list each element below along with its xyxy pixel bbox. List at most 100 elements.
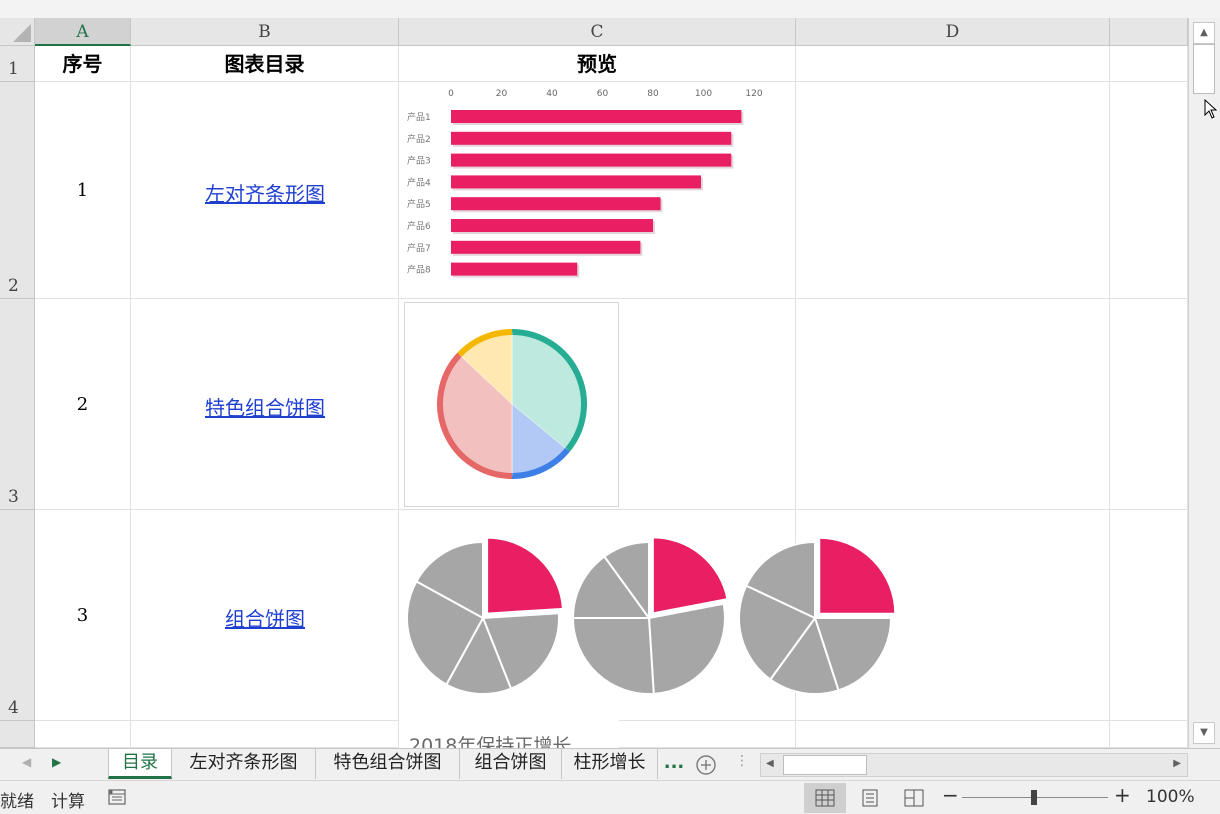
bar: [451, 110, 742, 123]
cell-a4[interactable]: 3: [35, 510, 131, 721]
page-break-view-icon[interactable]: [893, 783, 935, 813]
cell-a3[interactable]: 2: [35, 299, 131, 510]
x-tick-label: 100: [695, 89, 712, 99]
column-header-d[interactable]: D: [796, 18, 1110, 46]
zoom-out-icon[interactable]: −: [942, 783, 959, 807]
formula-bar-edge: [0, 0, 1220, 18]
pie-slice: [571, 617, 655, 695]
row-header-4[interactable]: 4: [0, 510, 35, 721]
highlight-slice: [818, 536, 897, 615]
partial-chart-preview[interactable]: 2018年保持正增长: [399, 719, 619, 748]
cell-a1[interactable]: 序号: [35, 46, 131, 82]
scroll-down-icon[interactable]: ▼: [1193, 722, 1215, 744]
bar-chart-preview[interactable]: 0 20 40 60 80 100 120 产品1 产品2 产品3 产品4 产品5 产品6 产品7 产品8: [400, 84, 795, 298]
x-tick-label: 0: [448, 89, 454, 99]
cell-e4[interactable]: [1110, 510, 1188, 721]
partial-chart-title: 2018年保持正增长: [409, 735, 572, 748]
category-label: 产品2: [407, 133, 431, 145]
sheet-tab-bar: ◀ ▶ 目录 左对齐条形图 特色组合饼图 组合饼图 柱形增长 ... ⋮ ◀ ▶: [0, 748, 1220, 780]
link-left-bar-chart[interactable]: 左对齐条形图: [131, 178, 399, 207]
cell-e2[interactable]: [1110, 82, 1188, 299]
select-all-button[interactable]: [0, 18, 35, 46]
sheet-tab-4[interactable]: 柱形增长: [562, 749, 658, 779]
bar: [451, 153, 732, 167]
bar: [451, 219, 653, 232]
status-ready: 就绪: [0, 792, 34, 812]
cell-a2[interactable]: 1: [35, 82, 131, 299]
cell-d3[interactable]: [796, 299, 1110, 510]
cell-b1[interactable]: 图表目录: [131, 46, 399, 82]
row-header-2[interactable]: 2: [0, 82, 35, 299]
feature-pie-chart: [437, 329, 587, 479]
cell-d1[interactable]: [796, 46, 1110, 82]
cell-b2[interactable]: 左对齐条形图: [131, 82, 399, 299]
x-tick-label: 60: [597, 89, 609, 99]
combo-pie-charts[interactable]: [400, 512, 910, 712]
row-header-5[interactable]: [0, 721, 35, 748]
bar: [451, 131, 732, 145]
sheet-tab-1[interactable]: 左对齐条形图: [172, 749, 316, 779]
scroll-up-icon[interactable]: ▲: [1193, 22, 1215, 44]
tab-scroll-left-icon[interactable]: ◀: [22, 755, 31, 769]
sheet-tab-3[interactable]: 组合饼图: [460, 749, 562, 779]
row-header-1[interactable]: 1: [0, 46, 35, 82]
bar: [451, 175, 701, 189]
category-label: 产品5: [407, 198, 431, 210]
zoom-level[interactable]: 100%: [1146, 787, 1195, 807]
x-tick-label: 40: [546, 89, 558, 99]
normal-view-icon[interactable]: [804, 783, 846, 813]
cell-c1[interactable]: 预览: [399, 46, 796, 82]
page-layout-view-icon[interactable]: [849, 783, 891, 813]
column-header-b[interactable]: B: [131, 18, 399, 46]
link-feature-pie-chart[interactable]: 特色组合饼图: [131, 392, 399, 421]
category-label: 产品1: [407, 111, 431, 123]
category-label: 产品3: [407, 155, 431, 167]
mouse-cursor-icon: [1204, 99, 1218, 119]
splitter-handle-icon[interactable]: ⋮: [735, 753, 749, 769]
column-header-c[interactable]: C: [399, 18, 796, 46]
bar: [451, 240, 641, 254]
vertical-scrollbar[interactable]: ▲ ▼: [1188, 18, 1220, 748]
bar: [451, 262, 578, 276]
cell-e5[interactable]: [1110, 721, 1188, 748]
cell-d2[interactable]: [796, 82, 1110, 299]
tab-scroll-right-icon[interactable]: ▶: [52, 755, 61, 769]
highlight-slice: [486, 536, 565, 615]
status-calculate[interactable]: 计算: [51, 787, 85, 812]
bar: [451, 197, 661, 211]
vertical-scroll-thumb[interactable]: [1193, 44, 1215, 94]
category-label: 产品4: [407, 176, 431, 188]
cell-b3[interactable]: 特色组合饼图: [131, 299, 399, 510]
status-bar: 就绪 计算 − + 100%: [0, 780, 1220, 814]
x-tick-label: 80: [647, 89, 659, 99]
cell-e3[interactable]: [1110, 299, 1188, 510]
zoom-in-icon[interactable]: +: [1114, 783, 1131, 807]
row-header-3[interactable]: 3: [0, 299, 35, 510]
x-tick-label: 20: [496, 89, 508, 99]
link-combo-pie-chart[interactable]: 组合饼图: [131, 603, 399, 632]
cell-b4[interactable]: 组合饼图: [131, 510, 399, 721]
scroll-right-icon[interactable]: ▶: [1173, 758, 1181, 769]
horizontal-scrollbar[interactable]: ◀ ▶: [760, 753, 1188, 777]
cell-a5[interactable]: [35, 721, 131, 748]
pie-slice: [647, 602, 726, 695]
cell-b5[interactable]: [131, 721, 399, 748]
scroll-left-icon[interactable]: ◀: [766, 758, 774, 769]
sheet-tab-0[interactable]: 目录: [108, 749, 172, 779]
horizontal-scroll-thumb[interactable]: [783, 755, 867, 775]
category-label: 产品8: [407, 264, 431, 276]
zoom-slider-thumb[interactable]: [1031, 790, 1037, 805]
x-tick-label: 120: [745, 89, 762, 99]
feature-pie-chart-frame[interactable]: [404, 302, 619, 507]
highlight-slice: [651, 536, 729, 615]
more-tabs-button[interactable]: ...: [662, 749, 686, 779]
column-header-e[interactable]: [1110, 18, 1188, 46]
sheet-tab-2[interactable]: 特色组合饼图: [316, 749, 460, 779]
cell-e1[interactable]: [1110, 46, 1188, 82]
add-sheet-icon[interactable]: [695, 754, 717, 776]
category-label: 产品6: [407, 220, 431, 232]
category-label: 产品7: [407, 242, 431, 254]
cell-d5[interactable]: [796, 721, 1110, 748]
macro-record-icon[interactable]: [108, 789, 128, 807]
column-header-a[interactable]: A: [35, 18, 131, 46]
